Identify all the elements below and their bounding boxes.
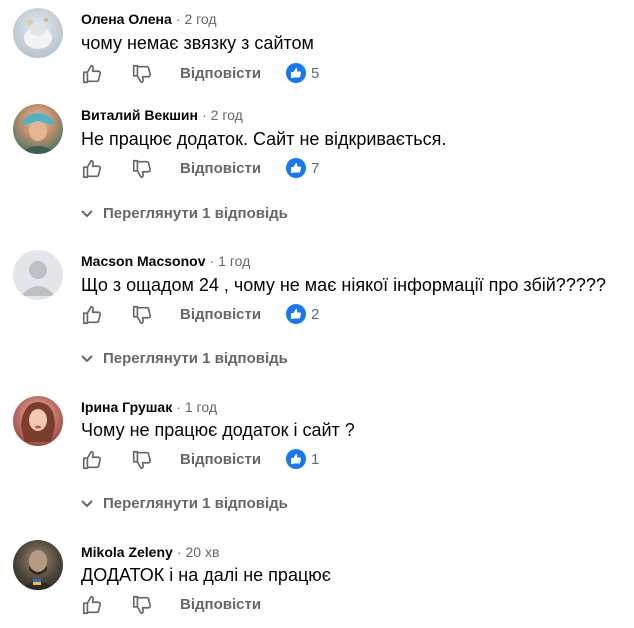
like-count[interactable]: 7 (311, 160, 319, 177)
comment-header: Виталий Векшин · 2 год (81, 107, 243, 123)
avatar[interactable] (13, 540, 63, 590)
timestamp[interactable]: 2 год (211, 107, 243, 123)
avatar[interactable] (13, 396, 63, 446)
comment-header: Ірина Грушак · 1 год (81, 399, 217, 415)
author-name[interactable]: Виталий Векшин (81, 107, 198, 123)
view-replies-button[interactable]: Переглянути 1 відповідь (81, 495, 288, 512)
comment-text: ДОДАТОК і на далі не працює (81, 565, 331, 585)
chevron-down-icon (81, 355, 93, 363)
view-replies-button[interactable]: Переглянути 1 відповідь (81, 350, 288, 367)
like-count[interactable]: 2 (311, 306, 319, 323)
separator: · (176, 544, 182, 560)
user-photo-avatar-icon (24, 18, 52, 49)
thumbs-up-icon[interactable] (81, 449, 103, 471)
reply-button[interactable]: Відповісти (180, 306, 261, 323)
comment-text: Чому не працює додаток і сайт ? (81, 420, 355, 440)
comment-text: чому немає звязку з сайтом (81, 33, 314, 53)
author-name[interactable]: Macson Macsonov (81, 253, 205, 269)
like-reaction-icon[interactable] (286, 63, 306, 83)
comment-header: Олена Олена · 2 год (81, 11, 217, 27)
thumbs-up-icon[interactable] (81, 594, 103, 616)
separator: · (175, 11, 181, 27)
timestamp[interactable]: 2 год (184, 11, 216, 27)
thumbs-down-icon[interactable] (131, 594, 153, 616)
view-replies-label: Переглянути 1 відповідь (103, 495, 288, 512)
user-photo-avatar-icon (19, 550, 57, 590)
separator: · (209, 253, 215, 269)
like-count[interactable]: 5 (311, 65, 319, 82)
view-replies-button[interactable]: Переглянути 1 відповідь (81, 205, 288, 222)
thumbs-down-icon[interactable] (131, 449, 153, 471)
comment-text: Не працює додаток. Сайт не відкривається… (81, 129, 447, 149)
reply-button[interactable]: Відповісти (180, 451, 261, 468)
thumbs-down-icon[interactable] (131, 63, 153, 85)
comment-text: Що з ощадом 24 , чому не має ніякої інфо… (81, 275, 606, 295)
like-count[interactable]: 1 (311, 451, 319, 468)
thumbs-up-icon[interactable] (81, 63, 103, 85)
chevron-down-icon (81, 210, 93, 218)
user-photo-avatar-icon (19, 113, 57, 154)
timestamp[interactable]: 1 год (218, 253, 250, 269)
chevron-down-icon (81, 500, 93, 508)
reply-button[interactable]: Відповісти (180, 160, 261, 177)
thumbs-down-icon[interactable] (131, 304, 153, 326)
separator: · (202, 107, 207, 123)
separator: · (176, 399, 181, 415)
reply-button[interactable]: Відповісти (180, 65, 261, 82)
author-name[interactable]: Олена Олена (81, 11, 172, 27)
avatar[interactable] (13, 104, 63, 154)
comment-header: Mikola Zeleny · 20 хв (81, 544, 219, 560)
like-reaction-icon[interactable] (286, 158, 306, 178)
user-photo-avatar-icon (21, 402, 55, 442)
thumbs-up-icon[interactable] (81, 158, 103, 180)
thumbs-down-icon[interactable] (131, 158, 153, 180)
view-replies-label: Переглянути 1 відповідь (103, 205, 288, 222)
thumbs-up-icon[interactable] (81, 304, 103, 326)
avatar[interactable] (13, 250, 63, 300)
reply-button[interactable]: Відповісти (180, 596, 261, 613)
like-reaction-icon[interactable] (286, 449, 306, 469)
timestamp[interactable]: 20 хв (185, 544, 219, 560)
default-user-avatar-icon (21, 261, 55, 296)
timestamp[interactable]: 1 год (185, 399, 217, 415)
view-replies-label: Переглянути 1 відповідь (103, 350, 288, 367)
author-name[interactable]: Mikola Zeleny (81, 544, 173, 560)
author-name[interactable]: Ірина Грушак (81, 399, 172, 415)
avatar[interactable] (13, 8, 63, 58)
like-reaction-icon[interactable] (286, 304, 306, 324)
comment-header: Macson Macsonov · 1 год (81, 253, 250, 269)
